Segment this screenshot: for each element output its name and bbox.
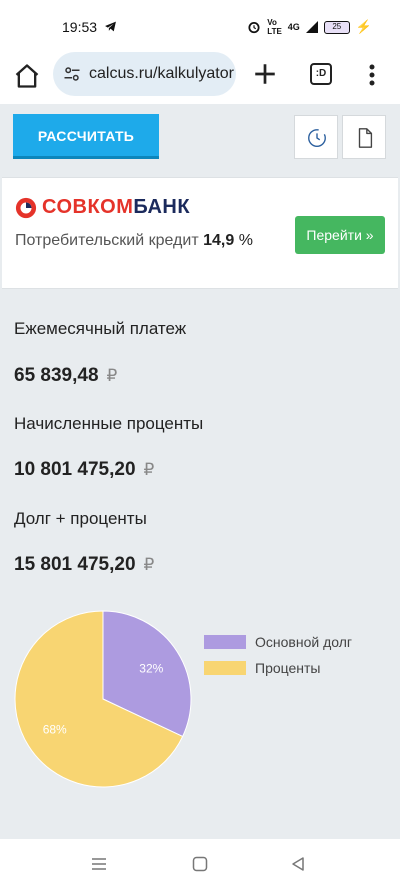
ad-rate-unit: % [238,232,253,249]
url-text[interactable]: calcus.ru/kalkulyator [89,65,234,83]
currency-sign: ₽ [143,460,155,479]
calculate-button[interactable]: РАССЧИТАТЬ [13,114,159,159]
home-nav-icon[interactable] [192,856,208,872]
battery-level: 25 [323,20,350,34]
pie-chart: 32% 68% Основной долг Проценты [0,609,400,789]
tabs-button[interactable]: :D [310,63,332,85]
browser-toolbar: calcus.ru/kalkulyator :D [0,52,400,104]
monthly-payment-label: Ежемесячный платеж [14,319,187,338]
alarm-icon [248,22,260,34]
legend-swatch [204,635,246,649]
chart-legend: Основной долг Проценты [204,629,352,681]
signal-icon [305,21,318,33]
currency-sign: ₽ [106,366,118,385]
total-label: Долг + проценты [14,509,147,528]
home-icon[interactable] [13,62,41,90]
back-icon[interactable] [290,856,306,872]
ad-rate: 14,9 [203,232,235,249]
status-icons: Vo LTE 4G 25 ⚡ [247,18,372,36]
new-tab-icon[interactable] [252,61,278,87]
history-icon [308,129,326,147]
currency-sign: ₽ [143,555,155,574]
volte-icon: Vo LTE [267,18,282,36]
telegram-icon [105,21,116,32]
interest-value: 10 801 475,20 ₽ [14,459,155,480]
status-time: 19:53 [62,19,98,35]
document-icon [358,128,373,148]
monthly-payment-value: 65 839,48 ₽ [14,365,118,386]
bank-logo: СОВКОМБАНК [15,196,190,219]
address-bar[interactable]: calcus.ru/kalkulyator [53,52,236,96]
legend-item: Основной долг [204,629,352,655]
sovcombank-logo-icon [15,197,37,218]
legend-label: Проценты [255,660,321,676]
page-content: РАССЧИТАТЬ СОВКОМБАНК Потребительский кр… [0,104,400,839]
legend-item: Проценты [204,655,352,681]
pie-slice-label: 32% [139,661,163,675]
recent-apps-icon[interactable] [91,856,107,872]
site-settings-icon[interactable] [63,65,81,83]
ad-text: Потребительский кредит 14,9 % [15,232,253,249]
total-value: 15 801 475,20 ₽ [14,554,155,575]
more-menu-icon[interactable] [364,62,380,88]
legend-swatch [204,661,246,675]
status-bar: 19:53 Vo LTE 4G 25 ⚡ [0,0,400,52]
charging-icon: ⚡ [355,19,372,34]
interest-label: Начисленные проценты [14,414,204,433]
network-type: 4G [287,22,300,32]
legend-label: Основной долг [255,634,352,650]
bank-name: СОВКОМБАНК [42,196,191,218]
go-to-bank-button[interactable]: Перейти » [295,216,385,254]
pie-slice-label: 68% [43,723,67,737]
bank-ad-card[interactable]: СОВКОМБАНК Потребительский кредит 14,9 %… [2,177,398,289]
pie-chart-svg: 32% 68% [14,610,192,788]
history-button[interactable] [294,115,338,159]
document-button[interactable] [342,115,386,159]
system-nav-bar [0,839,400,889]
